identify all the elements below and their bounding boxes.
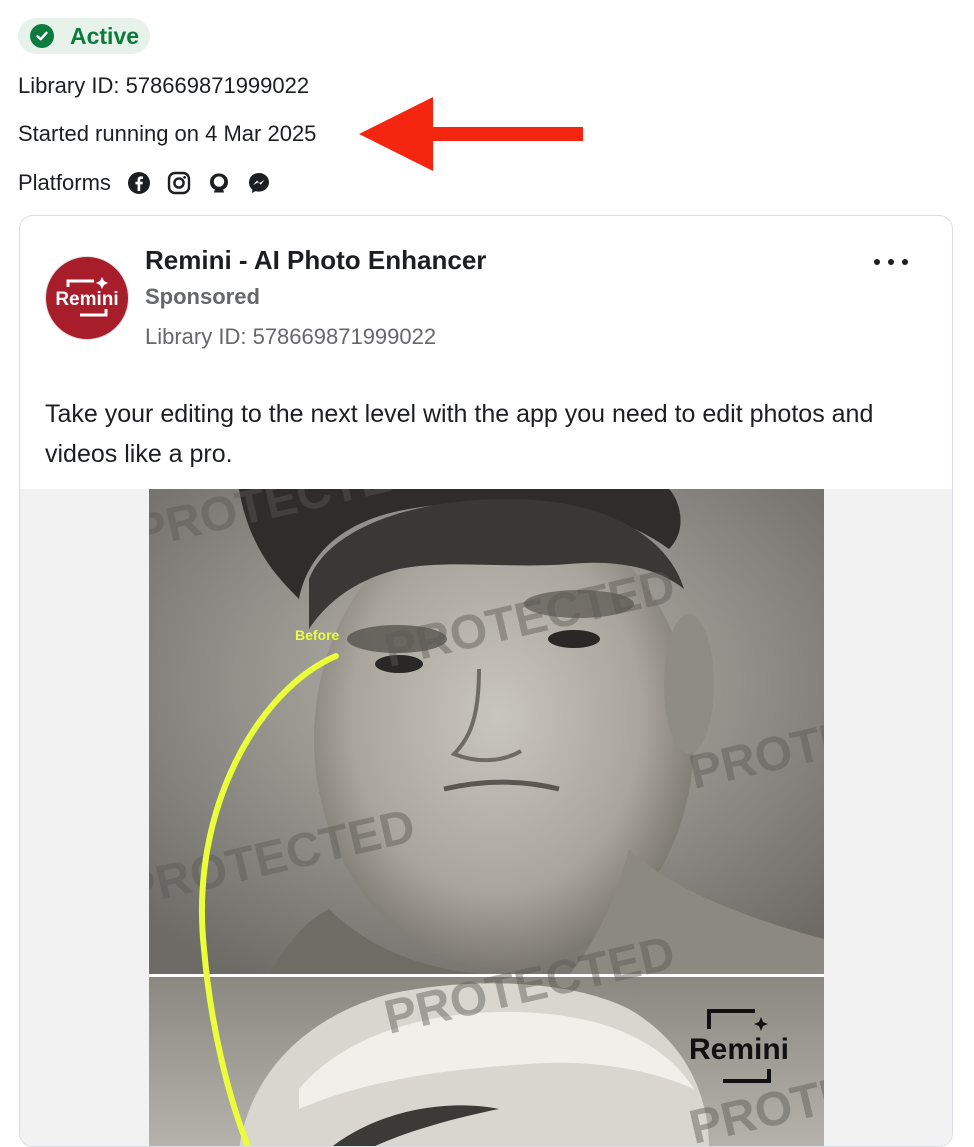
remini-logo-text: Remini <box>689 1033 789 1066</box>
before-label: Before <box>295 627 340 643</box>
avatar-logo-text: Remini <box>55 289 118 310</box>
ad-media-area: PROTECTED PROTECTED PROTECTED PROTECTED … <box>20 489 952 1146</box>
messenger-icon <box>247 171 271 195</box>
status-label: Active <box>70 22 140 49</box>
started-running-date: Started running on 4 Mar 2025 <box>18 121 317 146</box>
library-id: Library ID: 578669871999022 <box>18 73 310 98</box>
advertiser-name[interactable]: Remini - AI Photo Enhancer <box>145 245 486 276</box>
more-options-button[interactable] <box>874 252 908 272</box>
advertiser-avatar[interactable]: Remini <box>45 256 129 340</box>
ad-creative-image[interactable]: PROTECTED PROTECTED PROTECTED PROTECTED … <box>149 489 824 1146</box>
instagram-icon <box>167 171 191 195</box>
platforms-label: Platforms <box>18 170 111 195</box>
platforms-row: Platforms <box>18 168 271 198</box>
status-badge: Active <box>18 18 150 54</box>
ad-body-text: Take your editing to the next level with… <box>45 400 874 468</box>
annotation-arrow <box>359 97 583 171</box>
facebook-icon <box>127 171 151 195</box>
ad-card: Remini Remini - AI Photo Enhancer Sponso… <box>19 215 953 1147</box>
audience-network-icon <box>207 171 231 195</box>
check-circle-icon <box>30 24 54 48</box>
more-horizontal-icon <box>874 259 880 265</box>
sponsored-label: Sponsored <box>145 284 260 309</box>
card-library-id: Library ID: 578669871999022 <box>145 324 437 349</box>
